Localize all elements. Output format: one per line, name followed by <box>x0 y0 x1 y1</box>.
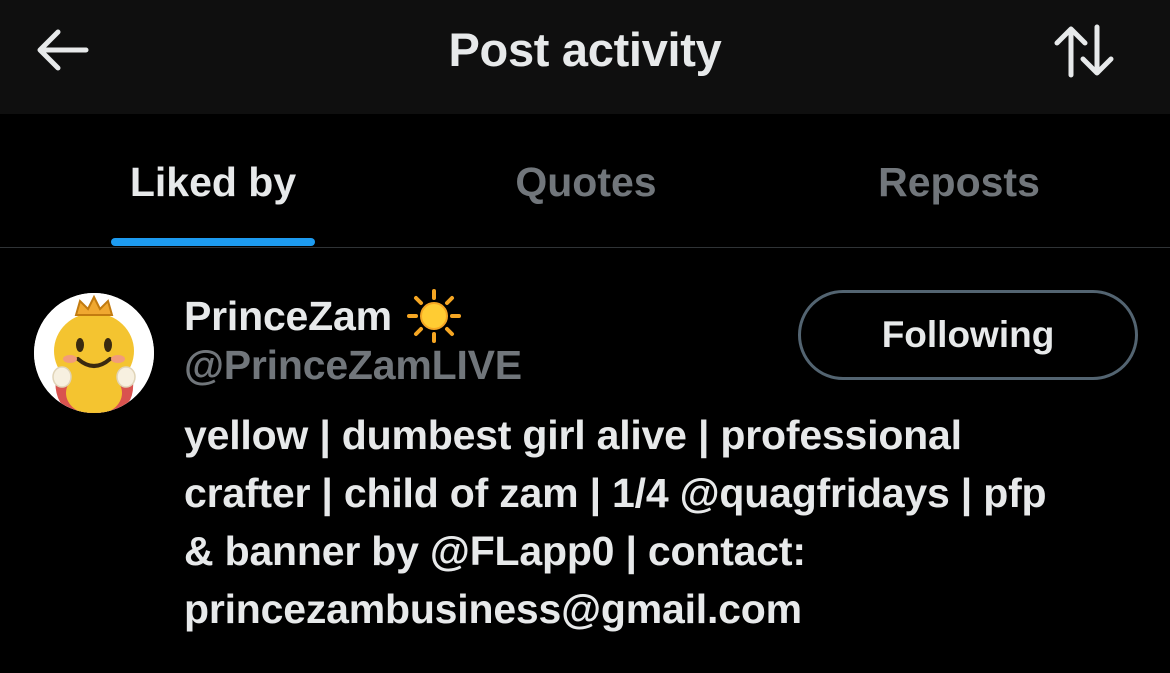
tab-quotes[interactable]: Quotes <box>434 114 738 247</box>
avatar-image <box>34 293 154 413</box>
avatar[interactable] <box>34 293 154 413</box>
bio-line: crafter | child of zam | 1/4 @quagfriday… <box>184 470 1047 516</box>
user-list-item[interactable]: PrinceZam @PrinceZamLIVE Following yello… <box>0 248 1170 673</box>
following-button[interactable]: Following <box>798 290 1138 380</box>
tab-label: Reposts <box>878 159 1040 205</box>
activity-tabs: Liked by Quotes Reposts <box>0 114 1170 248</box>
sort-arrows-icon <box>1054 24 1114 78</box>
display-name[interactable]: PrinceZam <box>184 293 392 340</box>
post-activity-screen: Post activity Liked by Quotes Reposts Pr… <box>0 0 1170 673</box>
bio-line: yellow | dumbest girl alive | profession… <box>184 412 962 458</box>
tab-label: Liked by <box>129 159 297 205</box>
bio-line: & banner by @FLapp0 | contact: <box>184 528 806 574</box>
tab-liked-by[interactable]: Liked by <box>61 114 365 247</box>
tab-label: Quotes <box>515 159 657 205</box>
sun-icon <box>406 289 461 343</box>
sort-button[interactable] <box>1044 20 1124 82</box>
bio-line: princezambusiness@gmail.com <box>184 586 802 632</box>
page-title: Post activity <box>448 23 722 76</box>
user-handle[interactable]: @PrinceZamLIVE <box>184 342 522 389</box>
name-line: PrinceZam <box>184 289 462 343</box>
header-bar: Post activity <box>0 0 1170 114</box>
active-tab-indicator <box>111 238 315 246</box>
user-bio: yellow | dumbest girl alive | profession… <box>184 406 1154 638</box>
tab-reposts[interactable]: Reposts <box>807 114 1111 247</box>
